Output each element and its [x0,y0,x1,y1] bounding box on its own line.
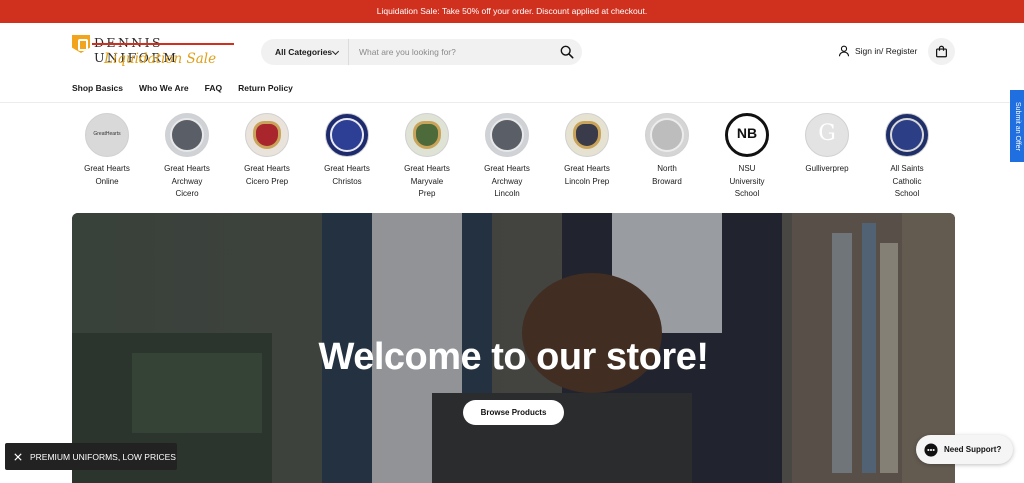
school-label: North Broward [652,164,682,186]
school-label: Gulliverprep [805,164,849,173]
site-header: DENNIS UNIFORM Liquidation Sale All Cate… [0,23,1024,103]
nav-item-return-policy[interactable]: Return Policy [238,83,293,93]
site-logo[interactable]: DENNIS UNIFORM Liquidation Sale [72,33,237,71]
search-input[interactable] [359,44,549,60]
promo-bar: PREMIUM UNIFORMS, LOW PRICES [5,443,177,470]
signin-label: Sign in/ Register [855,46,918,56]
crest-wordmark: NB [736,125,758,141]
school-crest-icon [165,113,209,157]
main-nav: Shop Basics Who We Are FAQ Return Policy [72,83,293,93]
school-crest-icon: G [805,113,849,157]
school-item-lincoln-prep[interactable]: Great Hearts Lincoln Prep [550,113,624,188]
school-crest-icon [885,113,929,157]
search-icon[interactable] [560,45,574,59]
school-label: Great Hearts Archway Lincoln [484,164,530,198]
school-crest-icon [245,113,289,157]
school-label: NSU University School [729,164,765,198]
school-crest-icon [325,113,369,157]
category-select-label: All Categories [275,47,333,57]
nav-item-who-we-are[interactable]: Who We Are [139,83,189,93]
school-list: GreatHearts Great Hearts Online Great He… [72,113,952,205]
close-icon[interactable] [14,452,22,461]
school-label: Great Hearts Online [84,164,130,186]
school-label: All Saints Catholic School [890,164,924,198]
nav-item-shop-basics[interactable]: Shop Basics [72,83,123,93]
school-crest-icon [485,113,529,157]
school-label: Great Hearts Christos [324,164,370,186]
school-label: Great Hearts Maryvale Prep [404,164,450,198]
announcement-text: Liquidation Sale: Take 50% off your orde… [376,6,648,16]
chat-icon [924,442,938,457]
school-label: Great Hearts Archway Cicero [164,164,210,198]
school-crest-icon [405,113,449,157]
school-item-archway-cicero[interactable]: Great Hearts Archway Cicero [150,113,224,201]
school-item-archway-lincoln[interactable]: Great Hearts Archway Lincoln [470,113,544,201]
submit-offer-tab[interactable]: Submit an Offer [1010,90,1024,162]
school-item-christos[interactable]: Great Hearts Christos [310,113,384,188]
school-item-great-hearts-online[interactable]: GreatHearts Great Hearts Online [70,113,144,188]
search-bar: All Categories [261,39,582,65]
school-item-north-broward[interactable]: North Broward [630,113,704,188]
school-label: Great Hearts Lincoln Prep [564,164,610,186]
school-label: Great Hearts Cicero Prep [244,164,290,186]
category-select[interactable]: All Categories [261,39,349,65]
hero-title: Welcome to our store! [318,336,709,378]
school-item-gulliverprep[interactable]: G Gulliverprep [790,113,864,176]
school-item-cicero-prep[interactable]: Great Hearts Cicero Prep [230,113,304,188]
user-icon [838,45,850,57]
promo-label: PREMIUM UNIFORMS, LOW PRICES [30,451,176,462]
logo-strikethrough [92,43,234,45]
announcement-bar: Liquidation Sale: Take 50% off your orde… [0,0,1024,23]
hero-banner: Welcome to our store! Browse Products [72,213,955,483]
chevron-down-icon [331,47,340,56]
support-label: Need Support? [944,445,1002,454]
school-crest-icon: GreatHearts [85,113,129,157]
nav-item-faq[interactable]: FAQ [205,83,222,93]
signin-link[interactable]: Sign in/ Register [838,43,917,59]
school-crest-icon [645,113,689,157]
browse-products-button[interactable]: Browse Products [463,400,564,425]
school-item-all-saints-catholic[interactable]: All Saints Catholic School [870,113,944,201]
logo-tagline: Liquidation Sale [104,51,217,67]
crest-wordmark: GreatHearts [93,131,121,137]
bag-icon [936,45,947,58]
school-item-nsu-university-school[interactable]: NB NSU University School [710,113,784,201]
school-crest-icon [565,113,609,157]
school-item-maryvale-prep[interactable]: Great Hearts Maryvale Prep [390,113,464,201]
crest-wordmark: G [818,121,836,146]
support-chat-button[interactable]: Need Support? [916,435,1013,464]
school-crest-icon: NB [725,113,769,157]
cart-button[interactable] [928,38,955,65]
logo-badge-icon [72,35,90,53]
